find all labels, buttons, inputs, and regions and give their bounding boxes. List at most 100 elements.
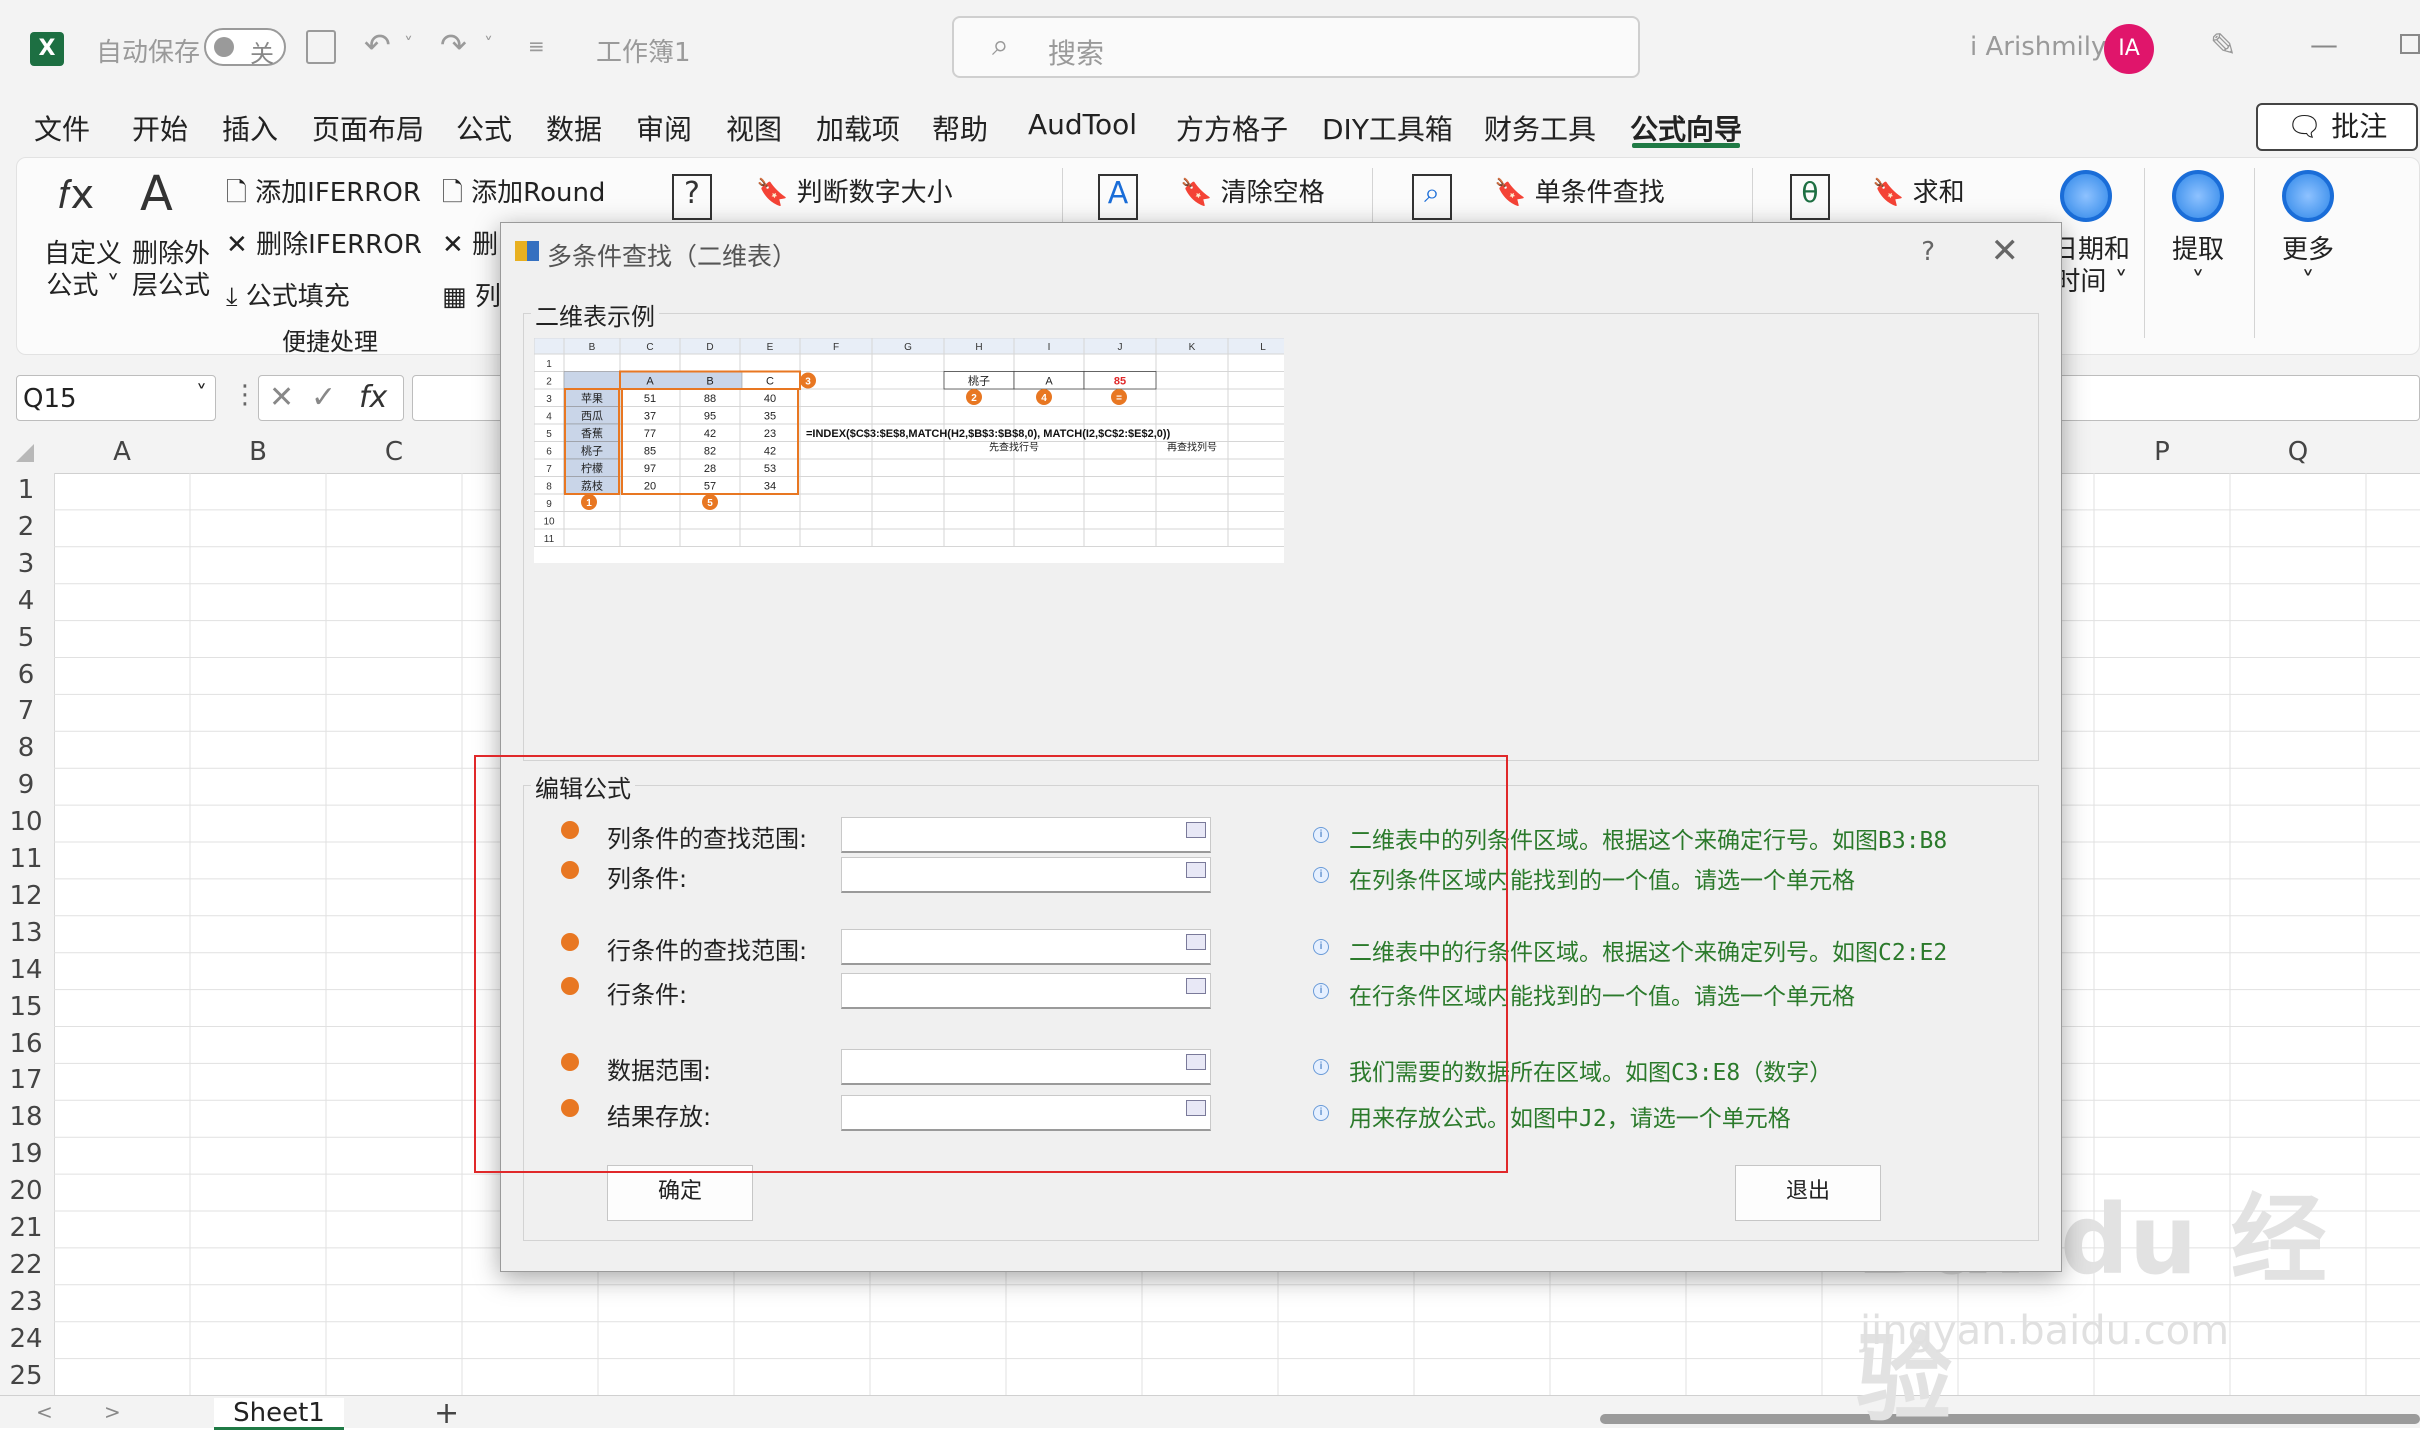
row-header[interactable]: 11 [0,844,52,874]
column-header[interactable]: B [228,437,288,467]
column-partial-button[interactable]: ▦ 列 [442,276,501,313]
remove-iferror-button[interactable]: ✕ 删除IFERROR [226,224,422,261]
remove-partial-button[interactable]: ✕ 删 [442,224,498,261]
menu-help[interactable]: 帮助 [932,108,988,148]
column-header[interactable]: A [92,437,152,467]
example-value: 20 [644,481,656,493]
row-header[interactable]: 12 [0,881,52,911]
sheet-tab[interactable]: Sheet1 [214,1398,344,1430]
row-header[interactable]: 1 [0,475,52,505]
row-header[interactable]: 17 [0,1065,52,1095]
minimize-icon[interactable]: — [2310,28,2338,61]
row-header[interactable]: 4 [0,586,52,616]
column-header[interactable]: Q [2268,437,2328,467]
row-header[interactable]: 24 [0,1324,52,1354]
menu-page-layout[interactable]: 页面布局 [312,108,424,148]
question-icon[interactable]: ? [672,174,712,220]
pen-icon[interactable]: ✎ [2210,26,2237,64]
row-header[interactable]: 2 [0,512,52,542]
menu-formula-wizard[interactable]: 公式向导 [1630,108,1742,148]
add-iferror-button[interactable]: 🗋 添加IFERROR [226,172,421,218]
help-button[interactable]: ? [1921,237,1935,267]
date-time-button[interactable]: 日期和 时间 ˅ [2052,234,2130,298]
menu-insert[interactable]: 插入 [222,108,278,148]
row-header[interactable]: 16 [0,1029,52,1059]
customize-toolbar-icon[interactable]: ≡ [528,34,545,58]
save-icon[interactable] [306,30,336,64]
add-round-button[interactable]: 🗋 添加Round [442,172,605,218]
theta-icon[interactable]: θ [1790,174,1830,220]
add-sheet-button[interactable]: + [434,1396,459,1431]
row-header[interactable]: 22 [0,1250,52,1280]
formula-fill-button[interactable]: ⤓ 公式填充 [226,276,350,313]
row-header[interactable]: 10 [0,807,52,837]
row-header[interactable]: 25 [0,1361,52,1391]
row-header[interactable]: 7 [0,696,52,726]
more-options-icon[interactable]: ⋮ [232,380,258,410]
menu-audtool[interactable]: AudTool [1028,108,1137,141]
menu-addins[interactable]: 加载项 [816,108,900,148]
undo-dropdown-icon[interactable]: ˅ [404,34,413,55]
menu-home[interactable]: 开始 [132,108,188,148]
row-header[interactable]: 5 [0,623,52,653]
lookup-icon[interactable]: ⌕ [1412,174,1452,220]
row-header[interactable]: 15 [0,992,52,1022]
row-header[interactable]: 3 [0,549,52,579]
row-header[interactable]: 20 [0,1176,52,1206]
row-header[interactable]: 9 [0,770,52,800]
row-header[interactable]: 19 [0,1139,52,1169]
custom-formula-button[interactable]: 自定义 公式 ˅ [44,238,122,302]
menu-review[interactable]: 审阅 [636,108,692,148]
more-icon[interactable] [2282,170,2334,222]
comment-button[interactable]: 🗨 批注 [2256,103,2418,151]
remove-outer-formula-button[interactable]: 删除外 层公式 [132,238,210,302]
example-value: 95 [704,411,716,423]
example-lookup-value: A [1045,376,1053,388]
scroll-left-icon[interactable]: < [36,1400,53,1424]
restore-icon[interactable] [2400,34,2420,54]
redo-dropdown-icon[interactable]: ˅ [484,34,493,55]
menu-fangfang[interactable]: 方方格子 [1176,108,1288,148]
menu-formulas[interactable]: 公式 [456,108,512,148]
autosave-toggle[interactable]: 关 [204,28,286,68]
search-box[interactable]: ⌕ 搜索 [952,16,1640,78]
cancel-icon[interactable]: ✕ [269,380,294,415]
row-header[interactable]: 8 [0,733,52,763]
example-col-header: K [1189,342,1196,353]
confirm-icon[interactable]: ✓ [311,380,336,415]
row-header[interactable]: 23 [0,1287,52,1317]
date-time-icon[interactable] [2060,170,2112,222]
search-icon: ⌕ [992,28,1009,63]
menu-view[interactable]: 视图 [726,108,782,148]
exit-button[interactable]: 退出 [1735,1165,1881,1221]
redo-icon[interactable]: ↷ [440,26,467,64]
example-group-title: 二维表示例 [531,297,659,332]
select-all-corner[interactable] [16,444,34,462]
text-a-icon[interactable]: A [1098,174,1138,220]
column-header[interactable]: P [2132,437,2192,467]
row-header[interactable]: 18 [0,1102,52,1132]
single-lookup-button[interactable]: 🔖 单条件查找 [1494,172,1665,209]
clear-spaces-button[interactable]: 🔖 清除空格 [1180,172,1325,209]
menu-finance[interactable]: 财务工具 [1484,108,1596,148]
insert-function-icon[interactable]: fx [359,380,387,415]
column-header[interactable]: C [364,437,424,467]
extract-icon[interactable] [2172,170,2224,222]
menu-data[interactable]: 数据 [546,108,602,148]
menu-file[interactable]: 文件 [34,108,90,148]
row-header[interactable]: 21 [0,1213,52,1243]
judge-number-button[interactable]: 🔖 判断数字大小 [756,172,953,209]
more-button[interactable]: 更多 ˅ [2282,234,2334,298]
scroll-right-icon[interactable]: > [104,1400,121,1424]
undo-icon[interactable]: ↶ [364,26,391,64]
name-box[interactable]: Q15 ˅ [16,375,216,421]
close-icon[interactable]: ✕ [1991,231,2020,271]
ok-button[interactable]: 确定 [607,1165,753,1221]
row-header[interactable]: 14 [0,955,52,985]
row-header[interactable]: 13 [0,918,52,948]
menu-diy[interactable]: DIY工具箱 [1322,108,1453,148]
row-header[interactable]: 6 [0,660,52,690]
avatar[interactable]: IA [2104,24,2154,74]
sum-button[interactable]: 🔖 求和 [1872,172,1965,209]
extract-button[interactable]: 提取 ˅ [2172,234,2224,298]
